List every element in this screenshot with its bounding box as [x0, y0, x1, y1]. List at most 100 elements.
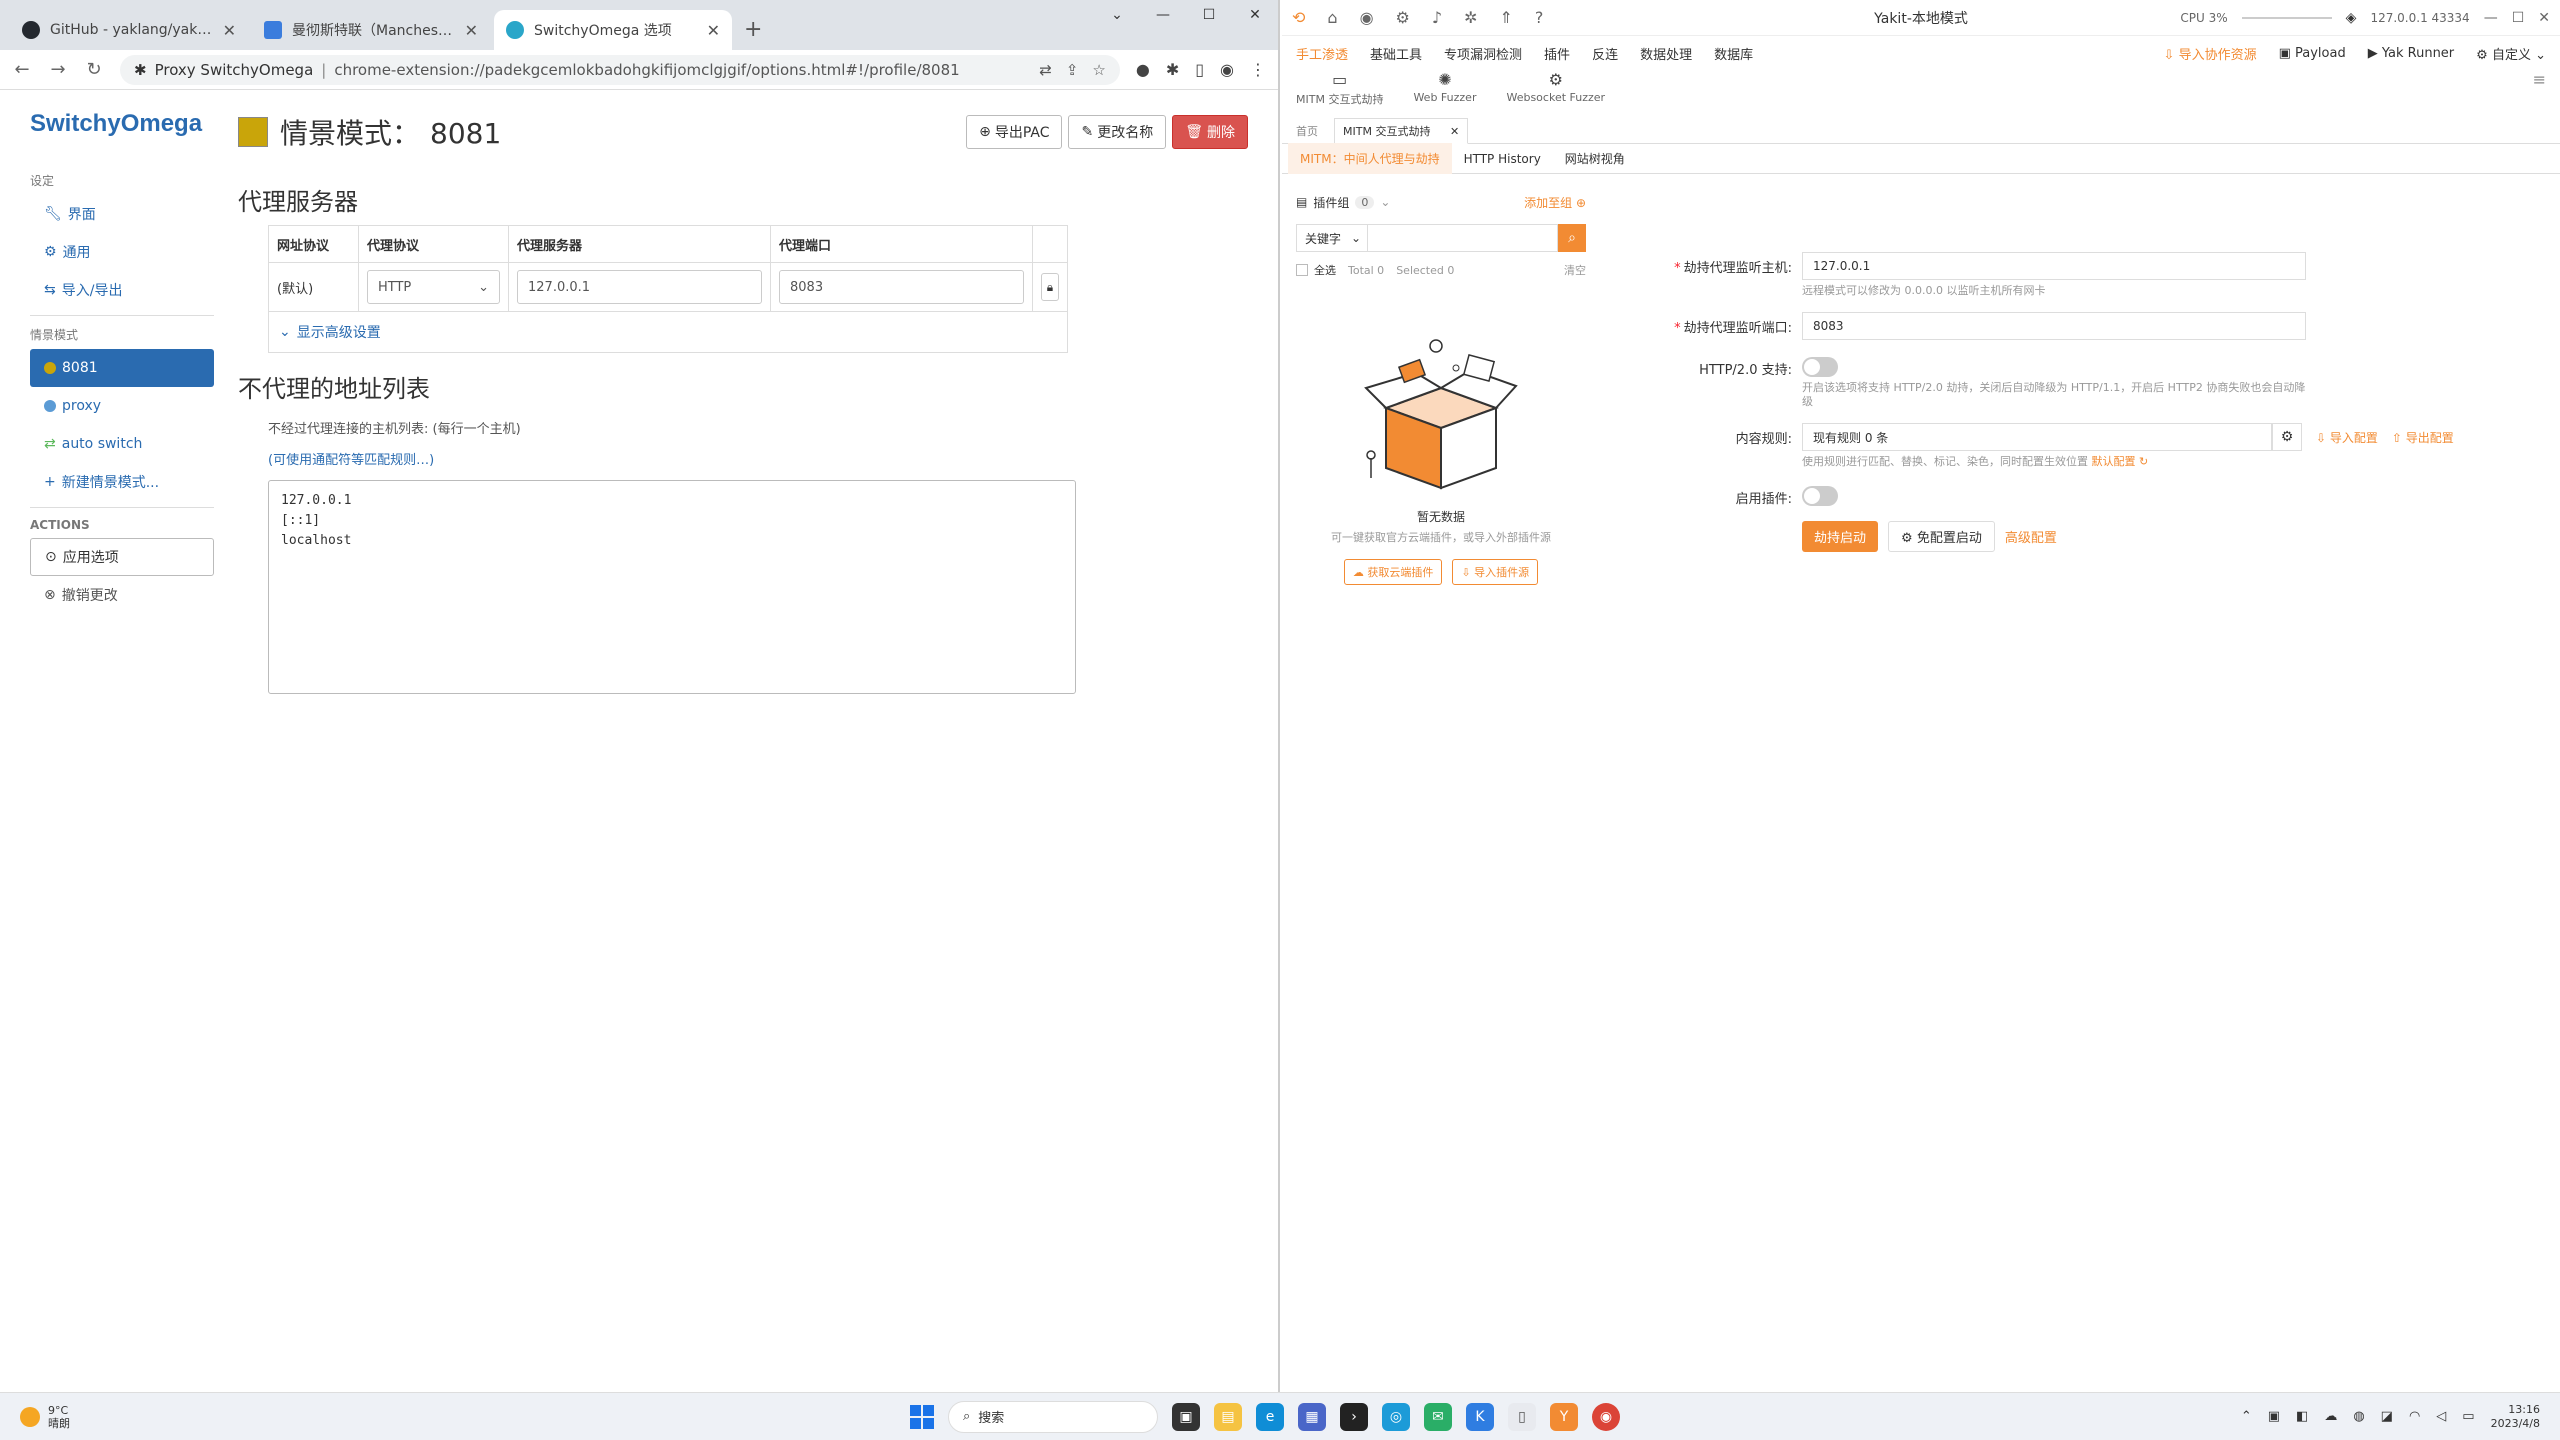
- sidebar-item-new-profile[interactable]: + 新建情景模式...: [30, 463, 214, 501]
- notepad-icon[interactable]: ▯: [1508, 1402, 1536, 1431]
- default-config-link[interactable]: 默认配置 ↻: [2092, 455, 2149, 468]
- taskview-icon[interactable]: ▣: [1172, 1402, 1200, 1431]
- chevron-down-icon[interactable]: ⌄: [1094, 0, 1140, 30]
- maximize-icon[interactable]: ☐: [1186, 0, 1232, 30]
- star-icon[interactable]: ☆: [1092, 61, 1105, 79]
- rules-input[interactable]: 现有规则 0 条: [1802, 423, 2272, 451]
- profile-avatar-icon[interactable]: ◉: [1220, 60, 1234, 79]
- search-icon[interactable]: ⌕: [1558, 224, 1586, 252]
- bypass-rules-link[interactable]: (可使用通配符等匹配规则…): [268, 449, 1248, 468]
- protocol-select[interactable]: HTTP ⌄: [367, 270, 500, 304]
- file-explorer-icon[interactable]: ▤: [1214, 1402, 1242, 1431]
- tray-app-icon[interactable]: ◪: [2381, 1409, 2393, 1424]
- yak-runner-button[interactable]: ▶ Yak Runner: [2368, 46, 2454, 61]
- menu-manual-pentest[interactable]: 手工渗透: [1296, 44, 1348, 63]
- menu-vuln-detect[interactable]: 专项漏洞检测: [1444, 44, 1522, 63]
- submenu-websocket-fuzzer[interactable]: ⚙ Websocket Fuzzer: [1506, 70, 1605, 104]
- chevron-down-icon[interactable]: ⌄: [1380, 195, 1390, 209]
- clock[interactable]: 13:16 2023/4/8: [2491, 1403, 2540, 1431]
- store-icon[interactable]: ▦: [1298, 1402, 1326, 1431]
- tab-mitm[interactable]: MITM 交互式劫持 ✕: [1334, 118, 1469, 144]
- listen-host-input[interactable]: 127.0.0.1: [1802, 252, 2306, 280]
- terminal-app-icon[interactable]: ›: [1340, 1402, 1368, 1431]
- payload-button[interactable]: ▣ Payload: [2279, 46, 2346, 61]
- listen-port-input[interactable]: 8083: [1802, 312, 2306, 340]
- close-icon[interactable]: ✕: [1450, 125, 1459, 138]
- tray-app-icon[interactable]: ◧: [2296, 1409, 2308, 1424]
- port-input[interactable]: 8083: [779, 270, 1024, 304]
- gear-icon[interactable]: ⚙: [2272, 423, 2302, 451]
- discard-changes-button[interactable]: ⊗ 撤销更改: [30, 576, 214, 614]
- select-all-checkbox[interactable]: [1296, 264, 1308, 276]
- bypass-list-textarea[interactable]: 127.0.0.1 [::1] localhost: [268, 480, 1076, 694]
- cloud-icon[interactable]: ☁: [2324, 1409, 2337, 1424]
- yakit-app-icon[interactable]: Y: [1550, 1402, 1578, 1431]
- collapse-icon[interactable]: ≡: [2533, 70, 2546, 89]
- tab-github[interactable]: GitHub - yaklang/yakit: Cyber ✕: [10, 10, 248, 50]
- engine-icon[interactable]: ◈: [2346, 10, 2357, 26]
- browser-app-icon[interactable]: ◎: [1382, 1402, 1410, 1431]
- export-pac-button[interactable]: ⊕ 导出PAC: [966, 115, 1063, 149]
- sidebar-item-interface[interactable]: 🔧︎ 界面: [30, 195, 214, 233]
- reload-icon[interactable]: ↻: [84, 59, 104, 80]
- share-icon[interactable]: ⇪: [1066, 61, 1079, 79]
- menu-reverse[interactable]: 反连: [1592, 44, 1618, 63]
- help-icon[interactable]: ?: [1535, 8, 1544, 27]
- close-icon[interactable]: ✕: [465, 21, 478, 40]
- close-icon[interactable]: ✕: [2538, 10, 2550, 26]
- get-cloud-plugins-button[interactable]: ☁ 获取云端插件: [1343, 559, 1443, 585]
- tab-http-history[interactable]: HTTP History: [1452, 145, 1553, 173]
- bell-icon[interactable]: ♪: [1432, 8, 1442, 27]
- tab-manchester[interactable]: 曼彻斯特联（Manchester Unit ✕: [252, 10, 490, 50]
- custom-button[interactable]: ⚙ 自定义 ⌄: [2476, 44, 2546, 63]
- import-resources-button[interactable]: ⇩ 导入协作资源: [2164, 44, 2257, 63]
- bug-icon[interactable]: ✲: [1464, 8, 1477, 27]
- sidebar-item-general[interactable]: ⚙ 通用: [30, 233, 214, 271]
- show-advanced-link[interactable]: ⌄ 显示高级设置: [269, 312, 1067, 352]
- tray-app-icon[interactable]: ◍: [2353, 1409, 2364, 1424]
- menu-plugins[interactable]: 插件: [1544, 44, 1570, 63]
- close-icon[interactable]: ✕: [1232, 0, 1278, 30]
- windows-start-icon[interactable]: [910, 1404, 934, 1429]
- minimize-icon[interactable]: —: [1140, 0, 1186, 30]
- translate-icon[interactable]: ⇄: [1039, 61, 1052, 79]
- new-tab-button[interactable]: +: [744, 17, 762, 42]
- chevron-up-icon[interactable]: ⌃: [2241, 1409, 2252, 1424]
- search-input[interactable]: [1368, 224, 1558, 252]
- menu-kebab-icon[interactable]: ⋮: [1250, 60, 1266, 79]
- address-bar[interactable]: ✱ Proxy SwitchyOmega | chrome-extension:…: [120, 54, 1120, 85]
- maximize-icon[interactable]: ☐: [2512, 10, 2525, 26]
- chrome-app-icon[interactable]: ◉: [1592, 1402, 1620, 1431]
- sidebar-item-import-export[interactable]: ⇆ 导入/导出: [30, 271, 214, 309]
- start-hijack-button[interactable]: 劫持启动: [1802, 521, 1879, 552]
- volume-icon[interactable]: ◁: [2436, 1409, 2446, 1424]
- profile-color-swatch[interactable]: [238, 117, 268, 147]
- battery-icon[interactable]: ▭: [2462, 1409, 2474, 1424]
- menu-database[interactable]: 数据库: [1714, 44, 1753, 63]
- close-icon[interactable]: ✕: [223, 21, 236, 40]
- weather-widget[interactable]: 9°C 晴朗: [20, 1404, 70, 1430]
- tab-mitm-proxy[interactable]: MITM：中间人代理与劫持: [1288, 143, 1452, 174]
- menu-data-process[interactable]: 数据处理: [1640, 44, 1692, 63]
- http2-toggle[interactable]: [1802, 357, 1838, 377]
- close-icon[interactable]: ✕: [707, 21, 720, 40]
- search-type-select[interactable]: 关键字 ⌄: [1296, 224, 1368, 252]
- advanced-config-button[interactable]: 高级配置: [2005, 527, 2057, 546]
- clear-button[interactable]: 清空: [1564, 262, 1586, 278]
- wifi-icon[interactable]: ◠: [2409, 1409, 2420, 1424]
- tab-switchyomega[interactable]: SwitchyOmega 选项 ✕: [494, 10, 732, 50]
- server-input[interactable]: 127.0.0.1: [517, 270, 762, 304]
- export-config-link[interactable]: ⇧ 导出配置: [2392, 429, 2454, 446]
- tab-home[interactable]: 首页: [1288, 119, 1326, 143]
- taskbar-search[interactable]: ⌕ 搜索: [948, 1400, 1158, 1433]
- no-config-start-button[interactable]: ⚙ 免配置启动: [1888, 521, 1995, 552]
- delete-button[interactable]: 🗑︎ 删除: [1172, 115, 1248, 149]
- user-avatar-icon[interactable]: ◉: [1360, 8, 1374, 27]
- extensions-icon[interactable]: ✱: [1166, 60, 1179, 79]
- gear-icon[interactable]: ⚙: [1396, 8, 1410, 27]
- submenu-web-fuzzer[interactable]: ✺ Web Fuzzer: [1413, 70, 1476, 104]
- wechat-icon[interactable]: ✉: [1424, 1402, 1452, 1431]
- sidebar-item-auto-switch[interactable]: ⇄ auto switch: [30, 425, 214, 463]
- forward-icon[interactable]: →: [48, 59, 68, 80]
- tab-site-tree[interactable]: 网站树视角: [1553, 143, 1637, 174]
